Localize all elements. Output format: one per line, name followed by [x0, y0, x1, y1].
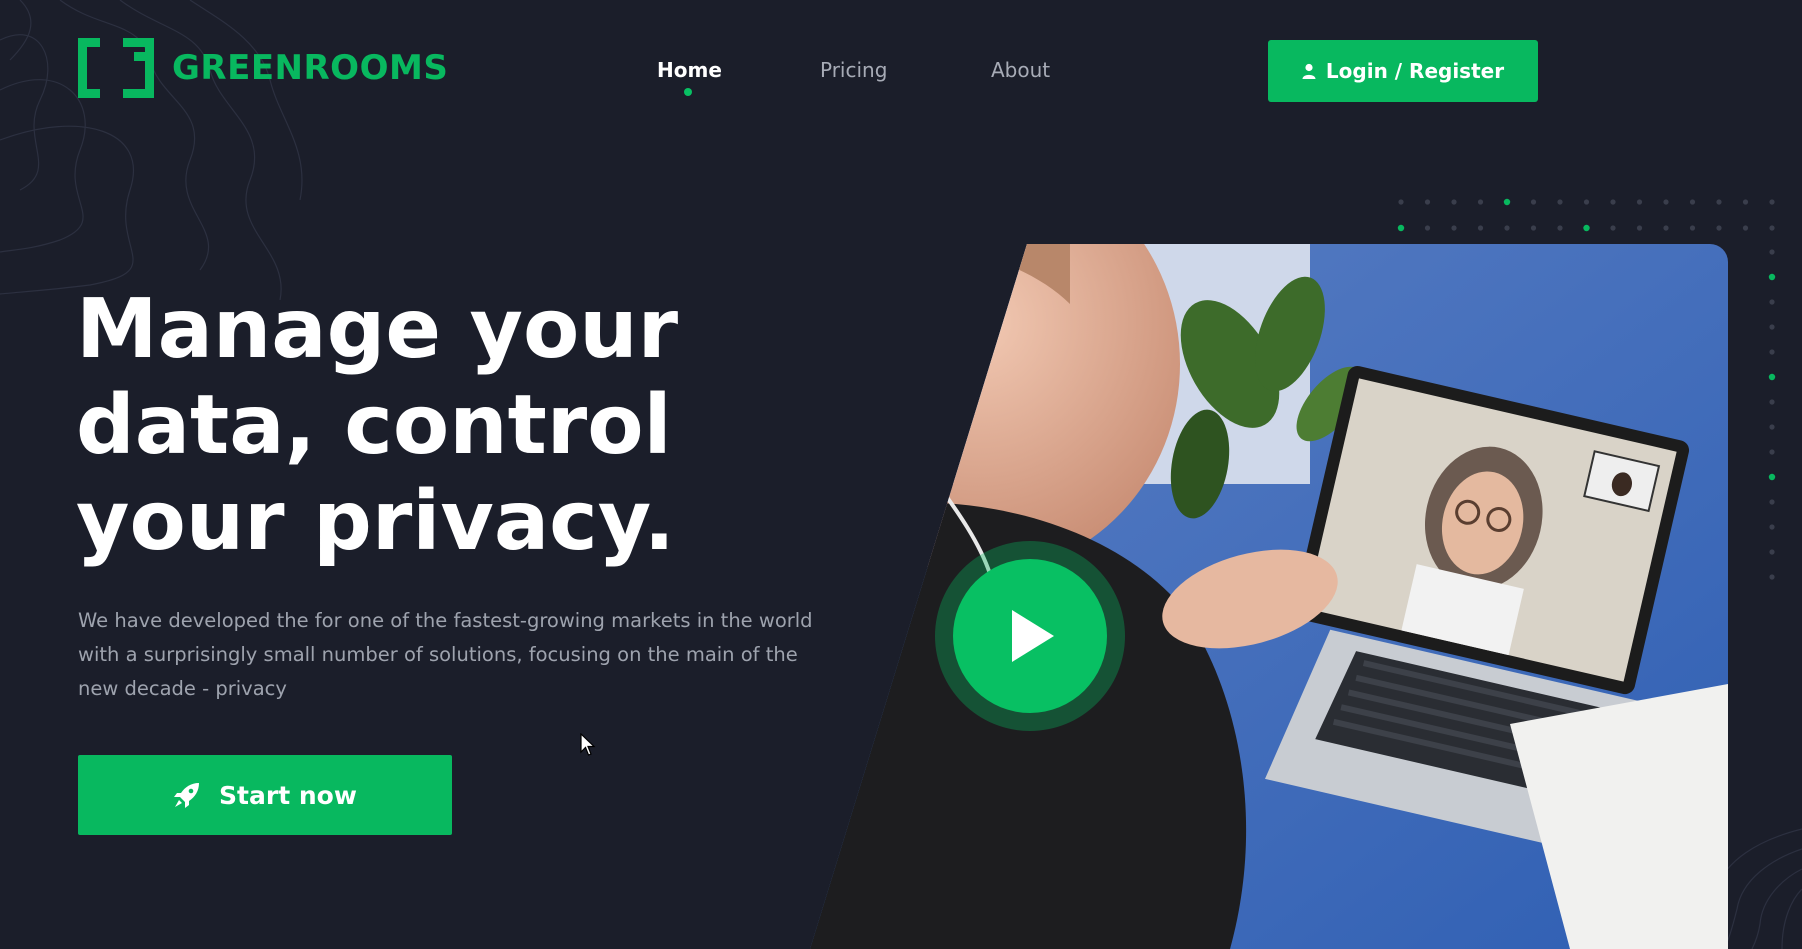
rocket-icon: [174, 783, 200, 808]
decor-dot: [1451, 225, 1457, 231]
decor-dot: [1769, 549, 1775, 555]
decor-dot: [1768, 273, 1776, 281]
headline-line: data, control: [76, 378, 672, 473]
active-indicator-dot: [684, 88, 692, 96]
headline-line: Manage your: [76, 282, 679, 377]
decor-dot: [1742, 225, 1749, 231]
mouse-cursor-icon: [580, 733, 596, 756]
decor-dot: [1398, 199, 1404, 205]
play-icon: [1012, 610, 1054, 662]
decor-dot: [1769, 349, 1775, 355]
decor-dot: [1768, 473, 1776, 481]
headline-line: your privacy.: [76, 474, 675, 569]
decor-dot: [1716, 199, 1722, 205]
decor-dot: [1424, 225, 1431, 231]
decor-dot: [1530, 225, 1537, 231]
hero-headline: Manage your data, control your privacy.: [76, 282, 678, 570]
decor-dot: [1769, 249, 1775, 255]
decor-dot: [1769, 424, 1775, 430]
decor-dot: [1769, 499, 1775, 505]
decor-dot: [1716, 225, 1722, 231]
decor-dot: [1583, 199, 1590, 205]
nav-item-pricing[interactable]: Pricing: [820, 58, 887, 82]
decor-dot: [1769, 324, 1775, 330]
decor-dot: [1583, 224, 1590, 232]
brand-name: GREENROOMS: [172, 48, 449, 88]
decor-dot: [1424, 199, 1431, 205]
brackets-logo-icon: [78, 38, 154, 98]
start-now-label: Start now: [219, 780, 357, 810]
start-now-button[interactable]: Start now: [78, 755, 452, 835]
decor-dot: [1768, 373, 1776, 381]
decor-dot: [1636, 225, 1643, 231]
decor-dot: [1663, 225, 1669, 231]
decor-dot: [1769, 524, 1775, 530]
play-button-inner: [953, 559, 1107, 713]
decor-dot: [1504, 225, 1510, 231]
decor-dot: [1503, 198, 1511, 206]
decor-dot: [1742, 199, 1749, 205]
decor-dot: [1769, 574, 1775, 580]
decor-dot: [1689, 225, 1696, 231]
decor-dot: [1663, 199, 1669, 205]
decor-dot: [1477, 199, 1484, 205]
decor-dot: [1530, 199, 1537, 205]
decor-dot: [1451, 199, 1457, 205]
decor-dot: [1636, 199, 1643, 205]
play-video-button[interactable]: [935, 541, 1125, 731]
nav-item-about[interactable]: About: [991, 58, 1050, 82]
nav-item-home[interactable]: Home: [657, 58, 722, 82]
decor-dot: [1477, 225, 1484, 231]
decor-dot: [1610, 225, 1616, 231]
decor-dot: [1769, 199, 1775, 205]
login-register-button[interactable]: Login / Register: [1268, 40, 1538, 102]
login-register-label: Login / Register: [1325, 59, 1505, 83]
decor-dot: [1397, 224, 1405, 232]
decor-dot: [1769, 225, 1775, 231]
decor-dot: [1557, 199, 1563, 205]
decor-dot: [1769, 399, 1775, 405]
decor-dot: [1557, 225, 1563, 231]
brand-logo[interactable]: GREENROOMS: [78, 38, 448, 98]
hero-description: We have developed the for one of the fas…: [78, 609, 813, 700]
decor-dot: [1689, 199, 1696, 205]
user-icon: [1302, 63, 1316, 79]
decor-dot: [1769, 449, 1775, 455]
decor-dot: [1610, 199, 1616, 205]
decor-dot: [1769, 299, 1775, 305]
